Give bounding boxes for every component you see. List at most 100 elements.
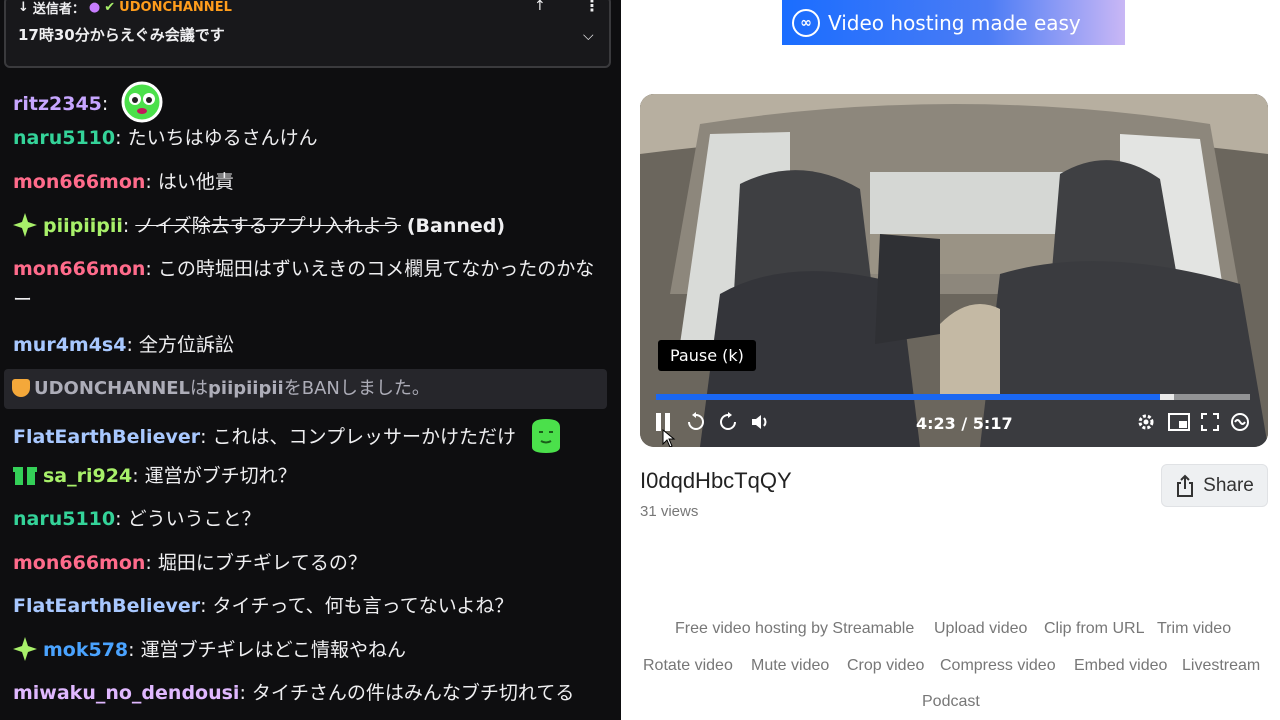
time-display: 4:23 / 5:17	[916, 414, 1013, 433]
sender-label: 送信者：	[32, 2, 85, 17]
chat-message: mon666mon: はい他責	[13, 167, 608, 198]
progress-played	[656, 394, 1160, 400]
footer-link[interactable]: Upload video	[934, 620, 1027, 638]
chat-message: piipiipii: ノイズ除去するアプリ入れよう (Banned)	[13, 211, 608, 242]
mic-badge-icon: ●	[88, 0, 101, 15]
chat-username[interactable]: naru5110	[13, 508, 115, 530]
chat-username[interactable]: mok578	[43, 639, 128, 661]
sparkle-badge-icon	[13, 213, 37, 237]
gear-icon	[1138, 414, 1154, 430]
chat-message: mok578: 運営ブチギレはどこ情報やねん	[13, 635, 608, 666]
chat-username[interactable]: miwaku_no_dendousi	[13, 682, 239, 704]
chat-username[interactable]: FlatEarthBeliever	[13, 426, 200, 448]
chat-sep: :	[101, 93, 109, 115]
streamable-button[interactable]	[1230, 412, 1250, 437]
pip-button[interactable]	[1168, 412, 1190, 437]
banner-text: Video hosting made easy	[828, 10, 1081, 35]
chat-username[interactable]: mon666mon	[13, 552, 145, 574]
mod-shield-icon	[12, 379, 30, 397]
footer-link[interactable]: Mute video	[751, 657, 829, 675]
footer-link[interactable]: Rotate video	[643, 657, 733, 675]
pin-small-icon: ↓	[18, 0, 29, 15]
chat-text: 堀田にブチギレてるの？	[151, 552, 367, 574]
chat-message: naru5110: どういうこと？	[13, 504, 608, 535]
chat-username[interactable]: mon666mon	[13, 171, 145, 193]
chat-text: はい他責	[151, 171, 234, 193]
streamable-logo-icon	[1231, 413, 1249, 431]
chat-message: mur4m4s4: 全方位訴訟	[13, 330, 608, 361]
chat-text: タイチさんの件はみんなブチ切れてる	[245, 682, 575, 704]
chat-username[interactable]: sa_ri924	[43, 465, 132, 487]
chat-sep: :	[122, 215, 130, 237]
footer-link[interactable]: Compress video	[940, 657, 1056, 675]
video-player[interactable]: Pause (k) 4:23 / 5:17	[640, 94, 1268, 447]
fullscreen-button[interactable]	[1200, 412, 1220, 437]
forward-button[interactable]	[718, 412, 738, 437]
chat-text: どういうこと？	[121, 508, 261, 530]
streamable-logo-icon: ∞	[792, 8, 820, 37]
share-icon	[1177, 474, 1194, 497]
pinned-text: 17時30分からえぐみ会議です	[18, 26, 225, 44]
rewind-icon	[688, 412, 704, 430]
sparkle-badge-icon	[13, 637, 37, 661]
green-blob-emote	[532, 419, 561, 453]
deleted-chat-text: ノイズ除去するアプリ入れよう	[135, 215, 401, 237]
chat-message: FlatEarthBeliever: タイチって、何も言ってないよね？	[13, 591, 608, 622]
footer-link[interactable]: Podcast	[922, 693, 980, 711]
view-count: 31 views	[640, 503, 699, 520]
chat-message: miwaku_no_dendousi: タイチさんの件はみんなブチ切れてる	[13, 678, 608, 709]
chat-text: これは、コンプレッサーかけただけ	[206, 426, 516, 448]
pinned-sender-line: ↓ 送信者： ● ✔ UDONCHANNEL	[18, 0, 232, 17]
chat-message: mon666mon: 堀田にブチギレてるの？	[13, 548, 608, 579]
chat-username[interactable]: mur4m4s4	[13, 334, 126, 356]
footer-link[interactable]: Livestream	[1182, 657, 1260, 675]
chat-text: たいちはゆるさんけん	[121, 127, 318, 149]
share-button[interactable]: Share	[1161, 464, 1268, 507]
footer-link[interactable]: Clip from URL	[1044, 620, 1144, 638]
chat-username[interactable]: piipiipii	[43, 215, 123, 237]
chat-username[interactable]: mon666mon	[13, 258, 145, 280]
volume-icon	[752, 415, 767, 429]
picture-in-picture-icon	[1168, 413, 1190, 431]
forward-icon	[720, 412, 736, 430]
progress-bar[interactable]	[656, 394, 1250, 400]
chat-message: mon666mon: この時堀田はずいえきのコメ欄見てなかったのかなー	[13, 254, 608, 316]
chat-message: naru5110: たいちはゆるさんけん	[13, 123, 608, 154]
mod-name: UDONCHANNEL	[34, 378, 191, 399]
green-face-emote	[121, 81, 163, 123]
footer-link[interactable]: Crop video	[847, 657, 924, 675]
chat-text: タイチって、何も言ってないよね？	[206, 595, 514, 617]
chevron-down-icon[interactable]: ⌵	[583, 28, 594, 44]
chat-message: ritz2345:	[13, 80, 608, 124]
pause-tooltip: Pause (k)	[658, 340, 756, 371]
share-label: Share	[1203, 474, 1254, 496]
chat-panel: ↓ 送信者： ● ✔ UDONCHANNEL 17時30分からえぐみ会議です ↑…	[0, 0, 621, 720]
sys-text-tail: をBANしました。	[283, 378, 430, 399]
volume-button[interactable]	[750, 412, 770, 437]
sender-name: UDONCHANNEL	[119, 0, 232, 15]
verified-badge-icon: ✔	[104, 0, 116, 15]
video-title: I0dqdHbcTqQY	[640, 468, 792, 493]
chat-username[interactable]: naru5110	[13, 127, 115, 149]
settings-button[interactable]	[1136, 412, 1156, 437]
chat-message: FlatEarthBeliever: これは、コンプレッサーかけただけ	[13, 417, 608, 455]
chat-text: 運営ブチギレはどこ情報やねん	[134, 639, 407, 661]
chat-username[interactable]: FlatEarthBeliever	[13, 595, 200, 617]
footer-link[interactable]: Free video hosting by Streamable	[675, 620, 914, 638]
promo-banner[interactable]: ∞ Video hosting made easy	[782, 0, 1125, 45]
chat-message: sa_ri924: 運営がブチ切れ？	[13, 461, 608, 492]
pinned-message[interactable]: ↓ 送信者： ● ✔ UDONCHANNEL 17時30分からえぐみ会議です ↑…	[4, 0, 611, 68]
mouse-cursor-icon	[662, 429, 676, 447]
banned-user: piipiipii	[208, 378, 284, 399]
pin-icon[interactable]: ↑	[534, 0, 546, 14]
chat-text: 運営がブチ切れ？	[138, 465, 297, 487]
sys-text-mid: は	[190, 378, 209, 399]
chat-username[interactable]: ritz2345	[13, 93, 102, 115]
chat-text: 全方位訴訟	[132, 334, 234, 356]
ban-system-message: UDONCHANNELはpiipiipiiをBANしました。	[4, 369, 607, 409]
footer-link[interactable]: Trim video	[1157, 620, 1231, 638]
more-options-icon[interactable]: ⋮	[584, 0, 600, 15]
footer-link[interactable]: Embed video	[1074, 657, 1167, 675]
rewind-button[interactable]	[686, 412, 706, 437]
gift-badge-icon	[13, 467, 37, 485]
